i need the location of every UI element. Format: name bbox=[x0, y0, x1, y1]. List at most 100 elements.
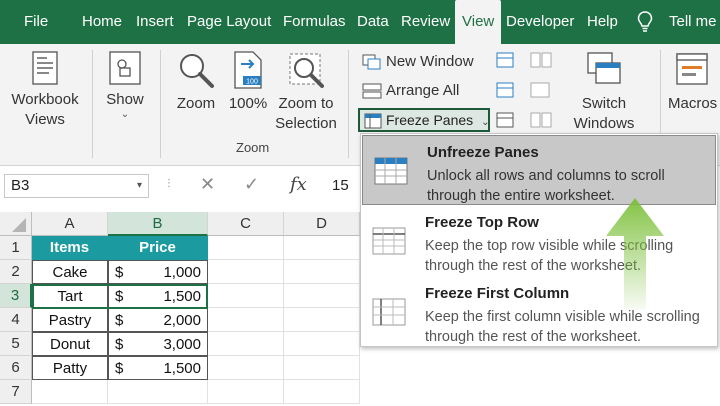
price-cell[interactable]: $ 1,500 bbox=[108, 356, 208, 380]
tab-help[interactable]: Help bbox=[587, 0, 618, 44]
menu-item-description: Keep the first column visible while scro… bbox=[425, 309, 700, 345]
tell-me-search[interactable]: Tell me bbox=[669, 0, 717, 44]
currency-symbol: $ bbox=[115, 336, 124, 353]
unfreeze-panes-icon bbox=[374, 157, 408, 185]
freeze-top-row-icon bbox=[372, 227, 406, 255]
cancel-icon[interactable]: ✕ bbox=[200, 174, 215, 195]
price-cell[interactable]: $ 3,000 bbox=[108, 332, 208, 356]
grid-cell[interactable] bbox=[284, 284, 360, 308]
side-by-side-icons[interactable] bbox=[530, 52, 552, 130]
split-hide-unhide-icons[interactable] bbox=[496, 52, 514, 130]
menu-item-unfreeze-panes[interactable]: Unfreeze Panes Unlock all rows and colum… bbox=[362, 135, 716, 205]
row-header[interactable]: 6 bbox=[0, 356, 32, 380]
menu-item-title: Freeze Top Row bbox=[425, 214, 539, 231]
menu-item-description: Keep the top row visible while scrolling… bbox=[425, 238, 674, 274]
grid-cell[interactable] bbox=[284, 380, 360, 404]
new-window-button[interactable]: New Window bbox=[360, 50, 474, 74]
row-header[interactable]: 1 bbox=[0, 236, 32, 260]
tab-data[interactable]: Data bbox=[357, 0, 389, 44]
tab-developer[interactable]: Developer bbox=[506, 0, 574, 44]
zoom-label: Zoom bbox=[176, 95, 216, 112]
grid-cell[interactable] bbox=[284, 308, 360, 332]
grid-cell[interactable] bbox=[108, 380, 208, 404]
zoom-button[interactable]: Zoom bbox=[170, 50, 222, 114]
column-header-a[interactable]: A bbox=[32, 212, 108, 236]
grid-cell[interactable] bbox=[284, 356, 360, 380]
tab-view[interactable]: View bbox=[455, 0, 502, 44]
zoom-to-selection-icon bbox=[289, 53, 324, 88]
arrange-all-button[interactable]: Arrange All bbox=[360, 79, 459, 103]
price-value: 3,000 bbox=[163, 336, 201, 353]
grid-cell[interactable] bbox=[284, 332, 360, 356]
show-button[interactable]: Show ⌄ bbox=[102, 50, 148, 120]
row-header[interactable]: 4 bbox=[0, 308, 32, 332]
grid-cell[interactable] bbox=[208, 380, 284, 404]
formula-input[interactable]: 15 bbox=[332, 174, 362, 198]
workbook-views-icon bbox=[32, 51, 58, 85]
select-all-corner[interactable] bbox=[0, 212, 32, 236]
freeze-panes-icon bbox=[364, 113, 382, 129]
svg-text:100: 100 bbox=[246, 79, 258, 86]
item-cell[interactable]: Cake bbox=[32, 260, 108, 284]
tab-insert[interactable]: Insert bbox=[136, 0, 174, 44]
item-cell[interactable]: Pastry bbox=[32, 308, 108, 332]
price-cell[interactable]: $ 1,000 bbox=[108, 260, 208, 284]
chevron-down-icon[interactable]: ▾ bbox=[137, 175, 142, 197]
zoom-to-selection-button[interactable]: Zoom to Selection bbox=[272, 50, 340, 134]
grid-cell[interactable] bbox=[208, 332, 284, 356]
zoom-to-selection-label: Zoom to Selection bbox=[275, 95, 337, 132]
column-header-c[interactable]: C bbox=[208, 212, 284, 236]
tab-file[interactable]: File bbox=[24, 0, 48, 44]
row-header[interactable]: 2 bbox=[0, 260, 32, 284]
row-header[interactable]: 3 bbox=[0, 284, 32, 308]
currency-symbol: $ bbox=[115, 360, 124, 377]
tab-home[interactable]: Home bbox=[82, 0, 122, 44]
name-box-value: B3 bbox=[11, 177, 30, 194]
table-header-items[interactable]: Items bbox=[32, 236, 108, 260]
group-divider bbox=[348, 50, 349, 158]
table-header-price[interactable]: Price bbox=[108, 236, 208, 260]
workbook-views-button[interactable]: Workbook Views bbox=[8, 50, 82, 130]
tab-formulas[interactable]: Formulas bbox=[283, 0, 346, 44]
tab-review[interactable]: Review bbox=[401, 0, 450, 44]
grid-cell[interactable] bbox=[208, 236, 284, 260]
macros-button[interactable]: Macros bbox=[668, 50, 720, 114]
tab-page-layout[interactable]: Page Layout bbox=[187, 0, 271, 44]
select-all-triangle-icon bbox=[12, 218, 26, 232]
zoom-icon bbox=[180, 54, 214, 88]
menu-item-title: Unfreeze Panes bbox=[427, 144, 539, 161]
price-cell[interactable]: $ 2,000 bbox=[108, 308, 208, 332]
zoom-100-button[interactable]: 100 100% bbox=[226, 50, 270, 114]
annotation-arrow-icon bbox=[606, 198, 664, 310]
switch-windows-button[interactable]: Switch Windows bbox=[566, 50, 642, 134]
grid-cell[interactable] bbox=[208, 308, 284, 332]
row-header[interactable]: 5 bbox=[0, 332, 32, 356]
formula-bar-grip-icon: ⋮ bbox=[164, 178, 174, 189]
grid-cell[interactable] bbox=[284, 260, 360, 284]
row-header[interactable]: 7 bbox=[0, 380, 32, 404]
freeze-panes-button[interactable]: Freeze Panes ⌄ bbox=[358, 108, 490, 132]
arrange-all-icon bbox=[362, 83, 382, 99]
currency-symbol: $ bbox=[115, 312, 124, 329]
zoom-100-label: 100% bbox=[228, 95, 268, 112]
grid-cell[interactable] bbox=[208, 284, 284, 308]
grid-cell[interactable] bbox=[284, 236, 360, 260]
grid-cell[interactable] bbox=[208, 260, 284, 284]
grid-cell[interactable] bbox=[32, 380, 108, 404]
item-cell[interactable]: Patty bbox=[32, 356, 108, 380]
currency-symbol: $ bbox=[115, 264, 124, 281]
grid-cell[interactable] bbox=[208, 356, 284, 380]
column-header-b[interactable]: B bbox=[108, 212, 208, 236]
item-cell[interactable]: Donut bbox=[32, 332, 108, 356]
new-window-label: New Window bbox=[386, 53, 474, 70]
macros-icon bbox=[676, 53, 708, 85]
lightbulb-icon[interactable] bbox=[637, 11, 653, 33]
enter-icon[interactable]: ✓ bbox=[244, 174, 259, 195]
show-label: Show bbox=[106, 91, 144, 108]
freeze-first-column-icon bbox=[372, 298, 406, 326]
fx-icon[interactable]: fx bbox=[290, 174, 307, 195]
column-header-d[interactable]: D bbox=[284, 212, 360, 236]
zoom-group-label: Zoom bbox=[236, 140, 270, 155]
name-box[interactable]: B3 ▾ bbox=[4, 174, 149, 198]
group-divider bbox=[160, 50, 161, 158]
